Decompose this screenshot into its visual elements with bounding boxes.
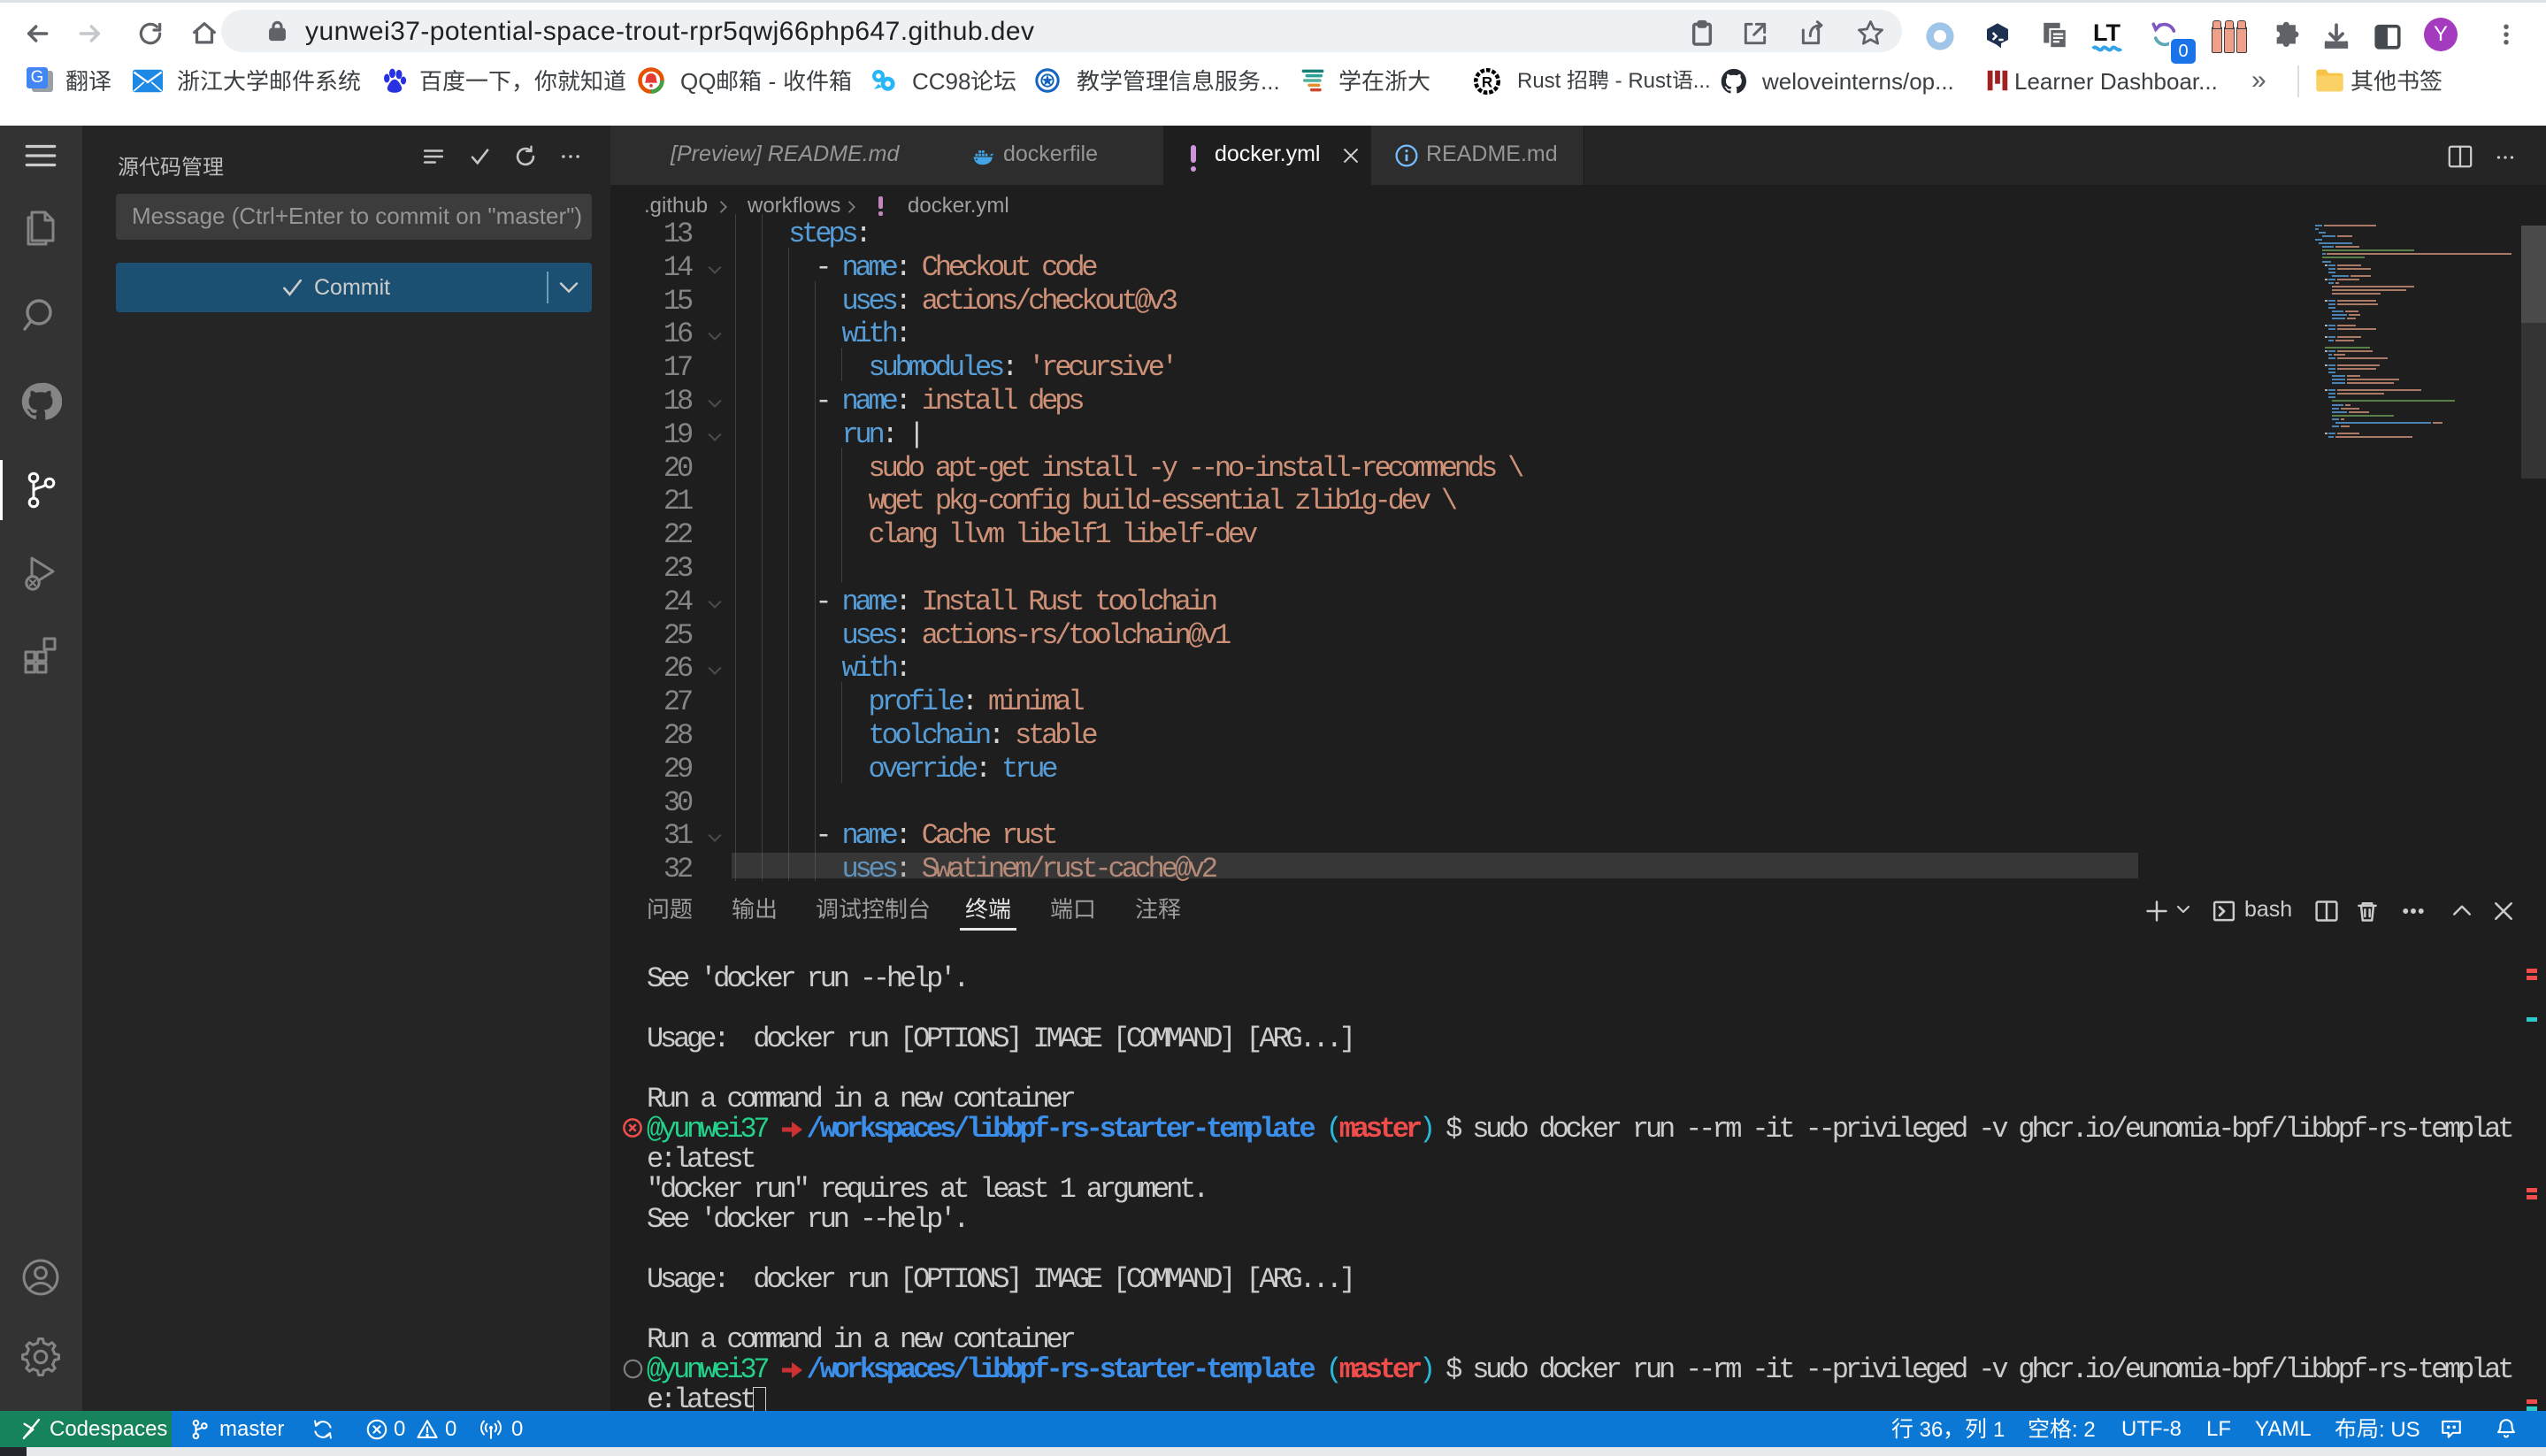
svg-text:R: R bbox=[1482, 73, 1492, 90]
